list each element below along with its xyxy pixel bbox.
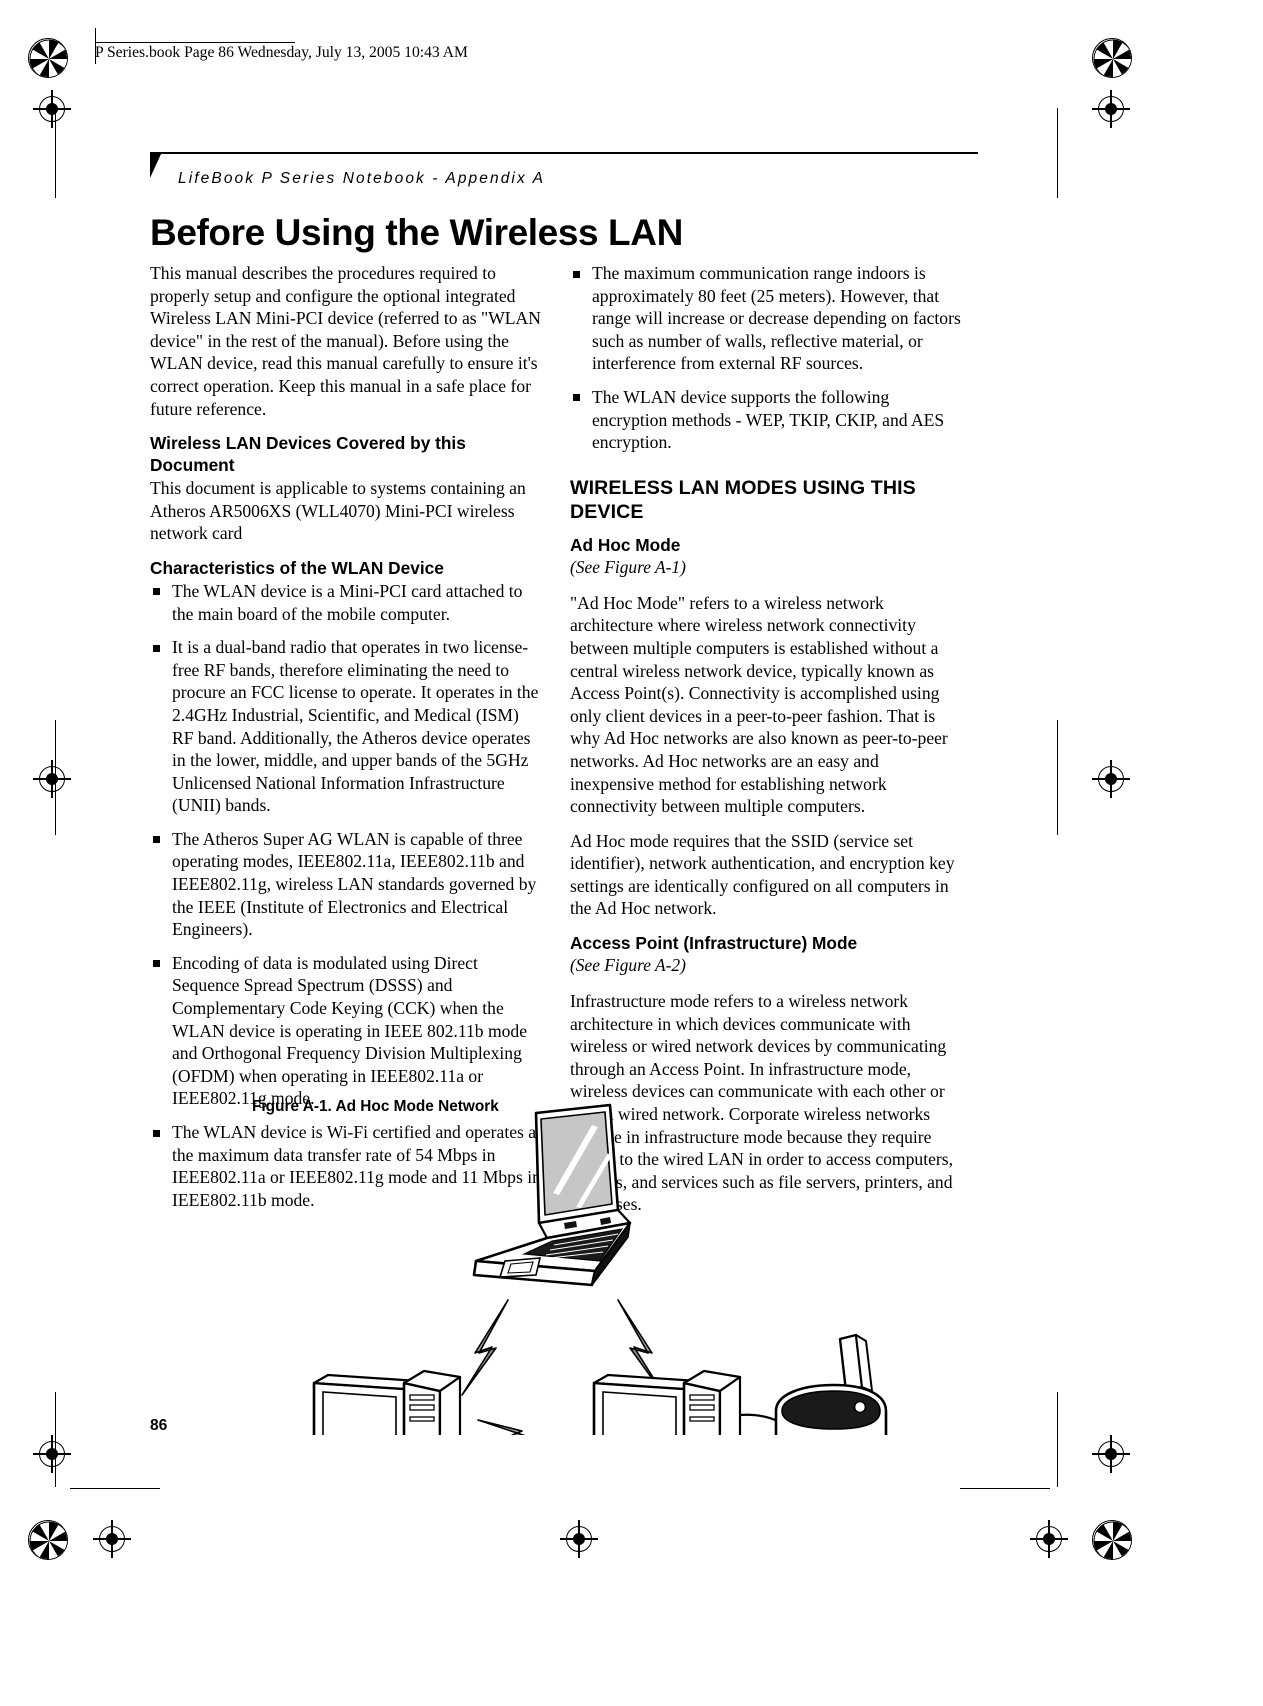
- crop-line-bottom-horizontal-right: [960, 1488, 1050, 1490]
- section-heading-wireless-lan-modes: WIRELESS LAN MODES USING THIS DEVICE: [570, 476, 916, 523]
- figure-reference-a2: (See Figure A-2): [570, 955, 686, 976]
- heading-access-point-mode: Access Point (Infrastructure) Mode: [570, 933, 858, 954]
- star-mark-glyph: [29, 39, 67, 77]
- running-head: LifeBook P Series Notebook - Appendix A: [178, 170, 546, 187]
- adhoc-paragraph-2: Ad Hoc mode requires that the SSID (serv…: [570, 830, 955, 919]
- right-column-bullet-list: The maximum communication range indoors …: [570, 262, 962, 454]
- crop-line-left-vertical-mid: [55, 720, 57, 835]
- network-diagram-svg: [312, 1103, 888, 1517]
- registration-star-mark-top-left: [28, 38, 68, 78]
- registration-star-mark-bottom-left: [28, 1520, 68, 1560]
- list-item: Encoding of data is modulated using Dire…: [150, 952, 542, 1110]
- registration-target-left-top: [33, 90, 71, 128]
- list-item: The WLAN device supports the following e…: [570, 386, 962, 454]
- list-item-text: The maximum communication range indoors …: [592, 263, 961, 374]
- star-mark-glyph: [1093, 39, 1131, 77]
- desktop-computer-icon: [312, 1369, 462, 1517]
- ad-hoc-network-diagram: [300, 1095, 940, 1517]
- list-item: The Atheros Super AG WLAN is capable of …: [150, 828, 542, 941]
- figure-reference-a1: (See Figure A-1): [570, 556, 686, 577]
- laptop-icon: [472, 1103, 632, 1287]
- page-title: Before Using the Wireless LAN: [150, 212, 683, 253]
- heading-devices-covered: Wireless LAN Devices Covered by this Doc…: [150, 433, 466, 476]
- crop-line-right-vertical-top: [1057, 108, 1059, 198]
- square-bullet-icon: [153, 960, 160, 968]
- manual-page: P Series.book Page 86 Wednesday, July 13…: [0, 0, 1263, 1706]
- header-divider-rule: [150, 152, 978, 155]
- header-triangle-marker-icon: [150, 154, 161, 178]
- list-item-text: It is a dual-band radio that operates in…: [172, 637, 539, 816]
- list-item: It is a dual-band radio that operates in…: [150, 636, 542, 817]
- registration-star-mark-bottom-right: [1092, 1520, 1132, 1560]
- printer-icon: [749, 1333, 888, 1516]
- left-column: This manual describes the procedures req…: [150, 262, 542, 1211]
- adhoc-paragraph-1: "Ad Hoc Mode" refers to a wireless netwo…: [570, 592, 948, 817]
- registration-target-left-middle: [33, 760, 71, 798]
- square-bullet-icon: [573, 270, 580, 278]
- right-column: The maximum communication range indoors …: [570, 262, 962, 1228]
- square-bullet-icon: [153, 644, 160, 652]
- heading-characteristics: Characteristics of the WLAN Device: [150, 557, 444, 578]
- registration-target-bottom-left-outer: [93, 1520, 131, 1558]
- registration-star-mark-top-right: [1092, 38, 1132, 78]
- registration-target-right-middle: [1092, 760, 1130, 798]
- list-item: The WLAN device is a Mini-PCI card attac…: [150, 580, 542, 625]
- registration-target-left-bottom: [33, 1435, 71, 1473]
- lightning-bolt-icon: [477, 1419, 559, 1448]
- square-bullet-icon: [573, 394, 580, 402]
- square-bullet-icon: [153, 1129, 160, 1137]
- crop-line-left-vertical-bottom: [55, 1392, 57, 1487]
- list-item-text: The WLAN device supports the following e…: [592, 386, 945, 453]
- registration-target-right-top: [1092, 90, 1130, 128]
- square-bullet-icon: [153, 836, 160, 844]
- registration-target-right-bottom: [1092, 1435, 1130, 1473]
- desktop-computer-icon: [592, 1369, 742, 1517]
- page-number: 86: [150, 1417, 168, 1434]
- crop-line-right-vertical-mid: [1057, 720, 1059, 835]
- registration-target-bottom-right-outer: [1030, 1520, 1068, 1558]
- star-mark-glyph: [1093, 1521, 1131, 1559]
- print-header-text: P Series.book Page 86 Wednesday, July 13…: [95, 44, 468, 61]
- crop-line-left-vertical-top: [55, 108, 57, 198]
- list-item-text: The Atheros Super AG WLAN is capable of …: [172, 828, 537, 940]
- list-item-text: Encoding of data is modulated using Dire…: [172, 952, 528, 1109]
- square-bullet-icon: [153, 588, 160, 596]
- heading-ad-hoc-mode: Ad Hoc Mode: [570, 534, 681, 555]
- registration-target-bottom-center: [560, 1520, 598, 1558]
- list-item-text: The WLAN device is a Mini-PCI card attac…: [172, 580, 523, 624]
- intro-paragraph: This manual describes the procedures req…: [150, 263, 541, 419]
- devices-covered-paragraph: This document is applicable to systems c…: [150, 478, 526, 544]
- list-item: The maximum communication range indoors …: [570, 262, 962, 375]
- star-mark-glyph: [29, 1521, 67, 1559]
- crop-line-right-vertical-bottom: [1057, 1392, 1059, 1487]
- crop-line-bottom-horizontal-left: [70, 1488, 160, 1490]
